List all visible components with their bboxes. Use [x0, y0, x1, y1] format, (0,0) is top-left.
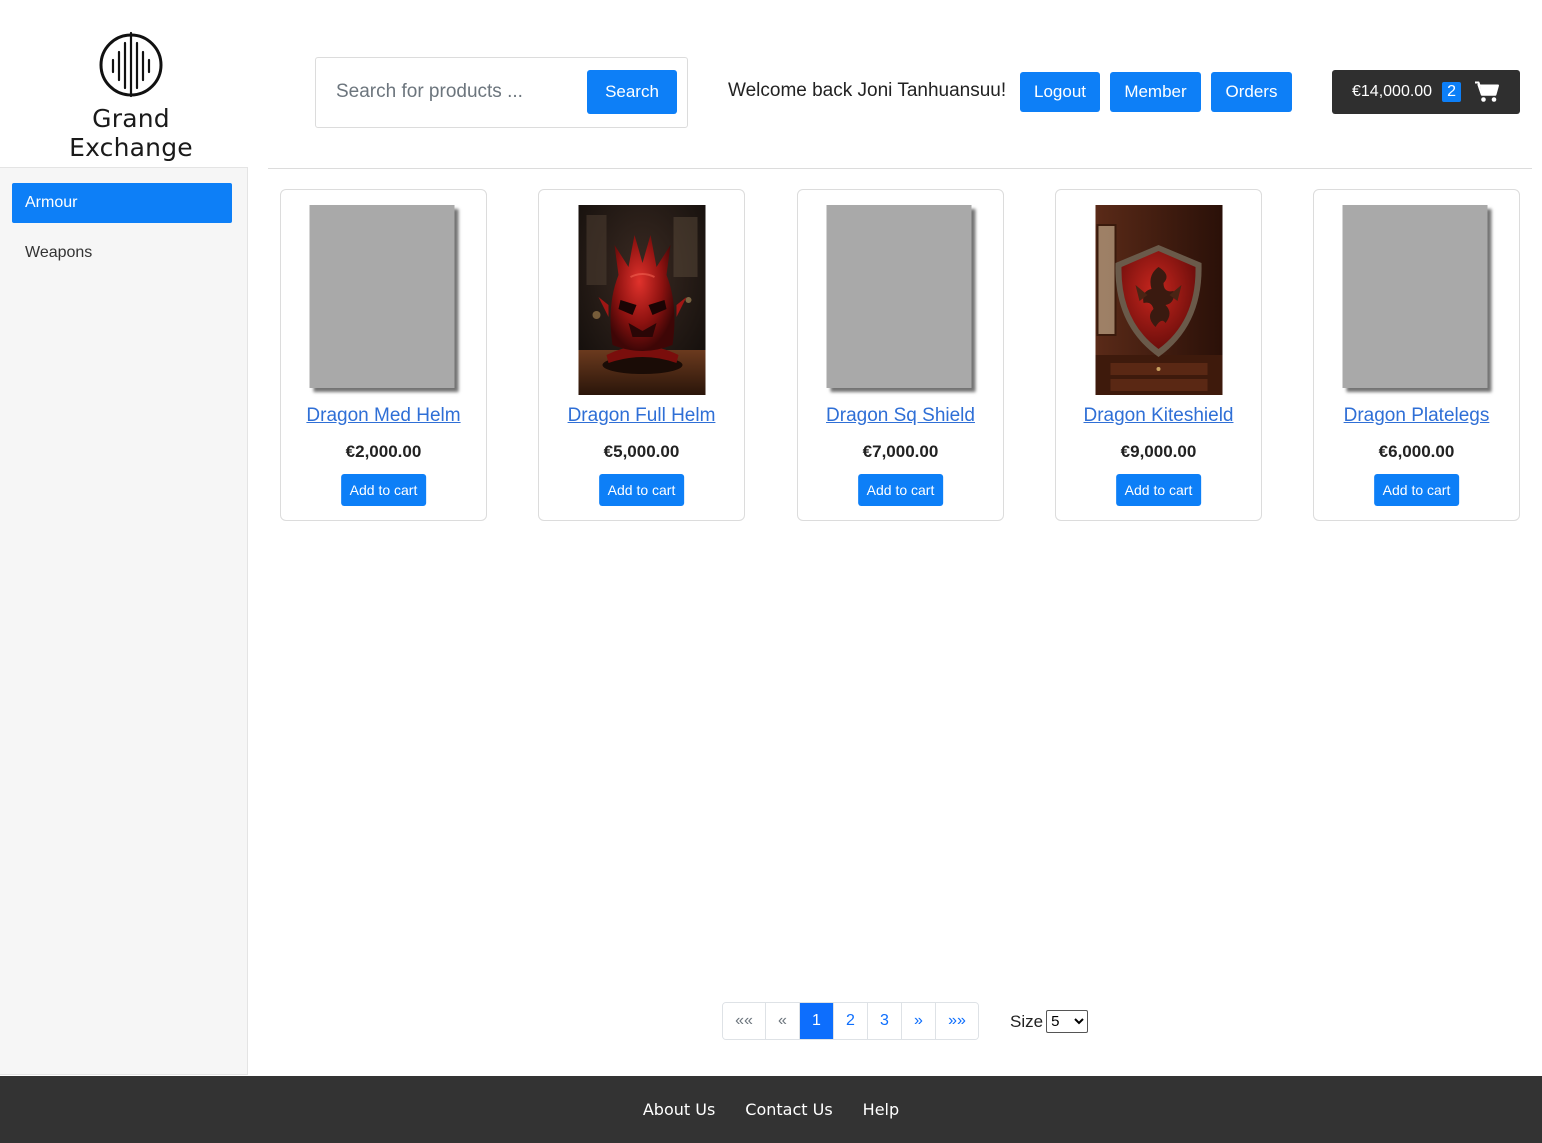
product-card: Dragon Sq Shield €7,000.00 Add to cart: [797, 189, 1004, 521]
page-size-label: Size: [1010, 1011, 1044, 1031]
red-dragon-shield-image[interactable]: [1095, 205, 1222, 395]
product-price: €6,000.00: [1378, 442, 1455, 461]
welcome-message: Welcome back Joni Tanhuansuu!: [728, 80, 1007, 101]
product-price: €7,000.00: [862, 442, 939, 461]
product-name-link[interactable]: Dragon Med Helm: [281, 405, 486, 427]
product-card: Dragon Kiteshield €9,000.00 Add to cart: [1055, 189, 1262, 521]
footer: About Us Contact Us Help: [0, 1076, 1542, 1143]
add-to-cart-button[interactable]: Add to cart: [598, 474, 685, 506]
product-price: €5,000.00: [603, 442, 680, 461]
sidebar-item-armour[interactable]: Armour: [12, 183, 232, 223]
product-image-placeholder[interactable]: [826, 205, 971, 388]
add-to-cart-button[interactable]: Add to cart: [1373, 474, 1460, 506]
product-name-link[interactable]: Dragon Full Helm: [539, 405, 744, 427]
member-button[interactable]: Member: [1110, 72, 1201, 112]
footer-link-about-us[interactable]: About Us: [643, 1100, 715, 1119]
product-image-placeholder[interactable]: [309, 205, 454, 388]
page-size-select[interactable]: 5: [1046, 1010, 1089, 1033]
search-form: Search: [315, 57, 688, 128]
header: Grand Exchange Search Welcome back Joni …: [0, 0, 1542, 168]
category-sidebar: Armour Weapons: [0, 167, 248, 1075]
add-to-cart-button[interactable]: Add to cart: [340, 474, 427, 506]
page-2-button[interactable]: 2: [834, 1003, 868, 1039]
add-to-cart-button[interactable]: Add to cart: [857, 474, 944, 506]
page-1-button[interactable]: 1: [800, 1003, 834, 1039]
add-to-cart-button[interactable]: Add to cart: [1115, 474, 1202, 506]
grand-exchange-logo-icon: [99, 31, 163, 98]
product-card: Dragon Platelegs €6,000.00 Add to cart: [1313, 189, 1520, 521]
pagination: «« « 1 2 3 » »»: [722, 1002, 979, 1040]
product-price: €9,000.00: [1120, 442, 1197, 461]
product-name-link[interactable]: Dragon Platelegs: [1314, 405, 1519, 427]
page-prev-button[interactable]: «: [766, 1003, 800, 1039]
shopping-cart-icon: [1474, 81, 1499, 103]
brand-name: Grand Exchange: [69, 104, 193, 162]
cart-button[interactable]: €14,000.00 2: [1332, 70, 1520, 114]
footer-link-help[interactable]: Help: [863, 1100, 899, 1119]
page-last-button[interactable]: »»: [936, 1003, 978, 1039]
content-divider: [268, 168, 1532, 169]
page-first-button[interactable]: ««: [723, 1003, 766, 1039]
product-image-placeholder[interactable]: [1342, 205, 1487, 388]
footer-link-contact-us[interactable]: Contact Us: [745, 1100, 832, 1119]
product-price: €2,000.00: [345, 442, 422, 461]
search-input[interactable]: [326, 70, 581, 114]
page-next-button[interactable]: »: [902, 1003, 936, 1039]
product-name-link[interactable]: Dragon Sq Shield: [798, 405, 1003, 427]
cart-total: €14,000.00: [1352, 83, 1433, 100]
red-dragon-helm-image[interactable]: [578, 205, 705, 395]
product-card: Dragon Med Helm €2,000.00 Add to cart: [280, 189, 487, 521]
product-name-link[interactable]: Dragon Kiteshield: [1056, 405, 1261, 427]
page-3-button[interactable]: 3: [868, 1003, 902, 1039]
sidebar-item-weapons[interactable]: Weapons: [12, 233, 232, 273]
logout-button[interactable]: Logout: [1020, 72, 1100, 112]
product-card: Dragon Full Helm €5,000.00 Add to cart: [538, 189, 745, 521]
search-button[interactable]: Search: [587, 70, 677, 114]
cart-count-badge: 2: [1442, 82, 1461, 102]
orders-button[interactable]: Orders: [1211, 72, 1292, 112]
brand-logo[interactable]: Grand Exchange: [28, 30, 234, 162]
page-size-control: Size 5: [1010, 1010, 1089, 1033]
